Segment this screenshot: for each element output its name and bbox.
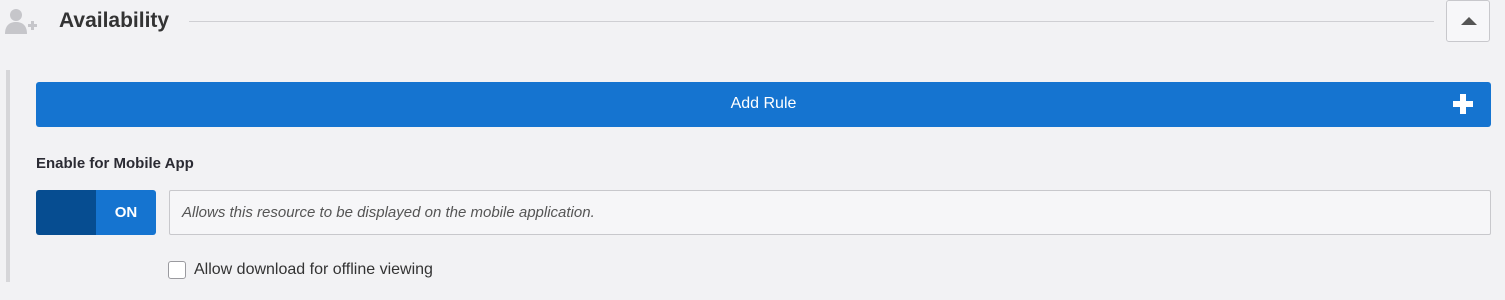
toggle-state-label: ON bbox=[96, 190, 156, 235]
caret-up-icon bbox=[1461, 17, 1477, 25]
collapse-button[interactable] bbox=[1446, 0, 1490, 42]
mobile-app-toggle[interactable]: ON bbox=[36, 190, 156, 235]
toggle-knob bbox=[36, 190, 96, 235]
add-rule-button[interactable]: Add Rule bbox=[36, 82, 1491, 127]
user-add-icon bbox=[5, 9, 37, 34]
section-title: Availability bbox=[59, 9, 170, 32]
section-header: Availability bbox=[0, 0, 1505, 44]
add-rule-label: Add Rule bbox=[730, 95, 797, 112]
section-body-indicator bbox=[6, 70, 10, 282]
offline-download-label[interactable]: Allow download for offline viewing bbox=[194, 260, 433, 280]
mobile-app-description: Allows this resource to be displayed on … bbox=[169, 190, 1491, 235]
offline-download-checkbox[interactable] bbox=[168, 261, 186, 279]
mobile-app-label: Enable for Mobile App bbox=[36, 155, 194, 172]
header-divider bbox=[189, 21, 1434, 22]
plus-icon bbox=[1453, 94, 1473, 114]
